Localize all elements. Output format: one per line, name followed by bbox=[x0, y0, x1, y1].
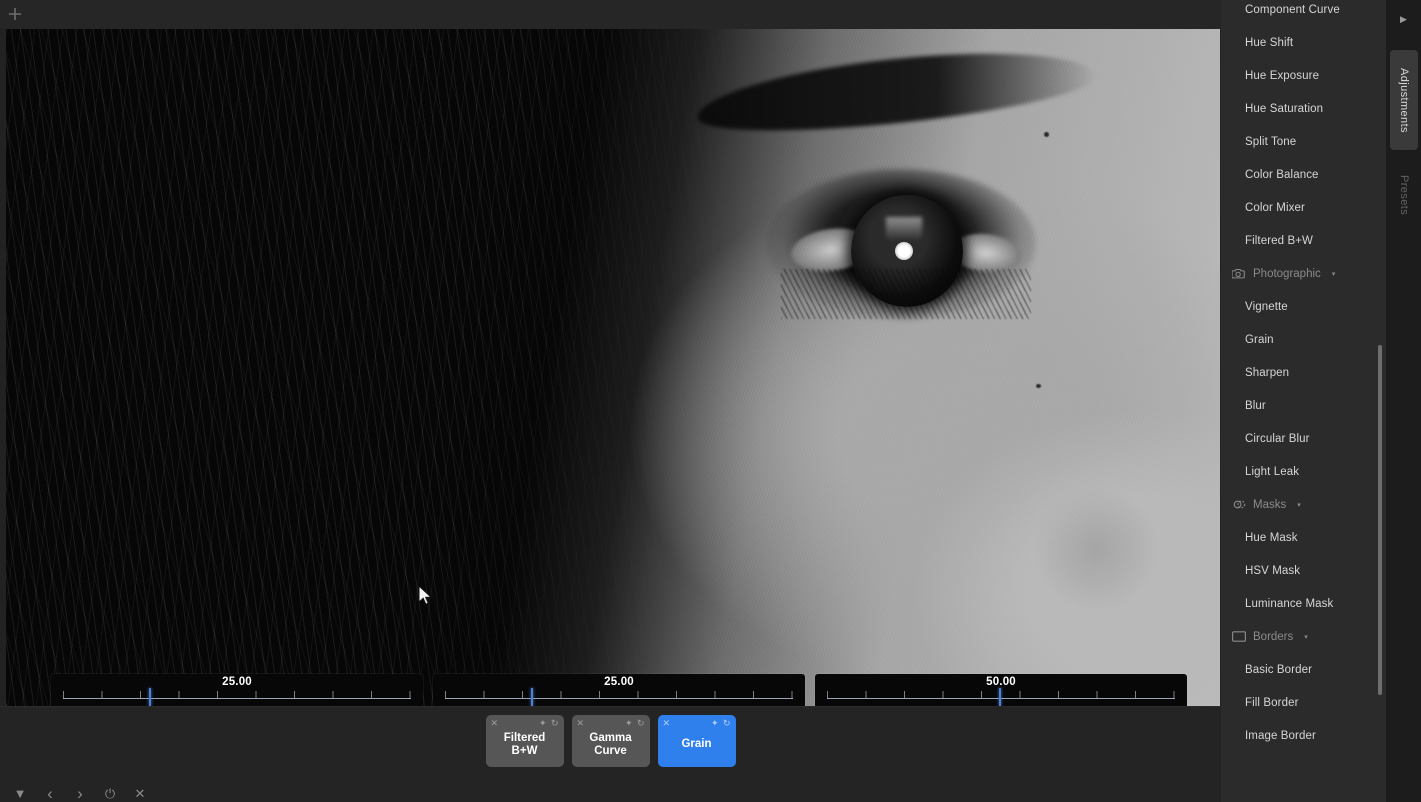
slider-uniformity-ticks bbox=[827, 691, 1175, 698]
slider-uniformity[interactable]: 50.00 bbox=[815, 674, 1187, 706]
layer-stack-panel: ✕ ✦ ↻ Filtered B+W ✕ ✦ ↻ Gamma Curve ✕ ✦… bbox=[0, 706, 1221, 802]
layer-chip-label: Gamma Curve bbox=[589, 725, 631, 758]
slider-scale-track bbox=[445, 698, 793, 699]
tab-presets[interactable]: Presets bbox=[1390, 156, 1418, 234]
slider-uniformity-handle[interactable] bbox=[999, 688, 1001, 706]
sidebar-item-split-tone[interactable]: Split Tone bbox=[1221, 125, 1386, 158]
mask-icon[interactable]: ✦ bbox=[539, 718, 547, 728]
sidebar-item-blur[interactable]: Blur bbox=[1221, 389, 1386, 422]
sidebar-item-fill-border[interactable]: Fill Border bbox=[1221, 686, 1386, 719]
sidebar-item-vignette[interactable]: Vignette bbox=[1221, 290, 1386, 323]
mask-icon bbox=[1232, 498, 1246, 512]
canvas-top-strip bbox=[0, 0, 1221, 29]
caret-down-icon[interactable]: ▼ bbox=[12, 785, 28, 801]
slider-amount-ticks bbox=[63, 691, 411, 698]
adjustments-list: Component CurveHue ShiftHue ExposureHue … bbox=[1221, 0, 1386, 752]
sidebar-item-light-leak[interactable]: Light Leak bbox=[1221, 455, 1386, 488]
layer-chip-rail: ✕ ✦ ↻ Filtered B+W ✕ ✦ ↻ Gamma Curve ✕ ✦… bbox=[0, 707, 1221, 775]
chevron-down-icon[interactable]: ▾ bbox=[1304, 633, 1308, 641]
slider-scale[interactable]: 25.00 bbox=[433, 674, 805, 706]
layer-chip-grain[interactable]: ✕ ✦ ↻ Grain bbox=[658, 715, 736, 767]
close-icon[interactable]: ✕ bbox=[491, 718, 499, 728]
border-icon bbox=[1232, 630, 1246, 644]
close-icon[interactable]: ✕ bbox=[577, 718, 585, 728]
layer-chip-filtered-bw[interactable]: ✕ ✦ ↻ Filtered B+W bbox=[486, 715, 564, 767]
tab-adjustments[interactable]: Adjustments bbox=[1390, 50, 1418, 150]
mask-icon[interactable]: ✦ bbox=[711, 718, 719, 728]
slider-amount[interactable]: 25.00 bbox=[51, 674, 423, 706]
sidebar-item-hue-exposure[interactable]: Hue Exposure bbox=[1221, 59, 1386, 92]
close-icon[interactable]: ✕ bbox=[132, 785, 148, 801]
slider-scale-handle[interactable] bbox=[531, 688, 533, 706]
slider-scale-ticks bbox=[445, 691, 793, 698]
group-header-label: Masks bbox=[1253, 499, 1286, 511]
layer-chip-label: Filtered B+W bbox=[504, 725, 546, 758]
chevron-down-icon[interactable]: ▾ bbox=[1332, 270, 1336, 278]
sidebar-item-luminance-mask[interactable]: Luminance Mask bbox=[1221, 587, 1386, 620]
layer-chip-gamma-curve[interactable]: ✕ ✦ ↻ Gamma Curve bbox=[572, 715, 650, 767]
sidebar-item-hue-mask[interactable]: Hue Mask bbox=[1221, 521, 1386, 554]
group-header-label: Photographic bbox=[1253, 268, 1321, 280]
group-header-borders[interactable]: Borders ▾ bbox=[1221, 620, 1386, 653]
tab-adjustments-label: Adjustments bbox=[1398, 68, 1410, 133]
sidebar-item-grain[interactable]: Grain bbox=[1221, 323, 1386, 356]
sidebar-item-circular-blur[interactable]: Circular Blur bbox=[1221, 422, 1386, 455]
mask-icon[interactable]: ✦ bbox=[625, 718, 633, 728]
sidebar-item-basic-border[interactable]: Basic Border bbox=[1221, 653, 1386, 686]
sidebar-item-color-balance[interactable]: Color Balance bbox=[1221, 158, 1386, 191]
reset-icon[interactable]: ↻ bbox=[723, 718, 731, 728]
sidebar-scrollbar[interactable] bbox=[1378, 345, 1382, 695]
group-header-photographic[interactable]: Photographic ▾ bbox=[1221, 257, 1386, 290]
editor-area: 25.00 25.00 50.00 Amount Scale Uniformit… bbox=[0, 0, 1221, 802]
expand-right-icon[interactable]: ▶ bbox=[1386, 8, 1421, 30]
layer-chip-label: Grain bbox=[681, 731, 711, 751]
slider-scale-value: 25.00 bbox=[433, 676, 805, 688]
plus-icon[interactable] bbox=[7, 6, 24, 23]
close-icon[interactable]: ✕ bbox=[663, 718, 671, 728]
sidebar-item-sharpen[interactable]: Sharpen bbox=[1221, 356, 1386, 389]
reset-icon[interactable]: ⏻ bbox=[102, 785, 118, 801]
sidebar-item-hue-saturation[interactable]: Hue Saturation bbox=[1221, 92, 1386, 125]
tab-presets-label: Presets bbox=[1398, 175, 1410, 215]
sidebar-item-component-curve[interactable]: Component Curve bbox=[1221, 0, 1386, 26]
slider-amount-handle[interactable] bbox=[149, 688, 151, 706]
reset-icon[interactable]: ↻ bbox=[637, 718, 645, 728]
slider-amount-track bbox=[63, 698, 411, 699]
photo-grain-overlay bbox=[6, 29, 1220, 706]
next-icon[interactable]: › bbox=[72, 785, 88, 801]
sidebar-item-hsv-mask[interactable]: HSV Mask bbox=[1221, 554, 1386, 587]
sidebar-item-filtered-b-w[interactable]: Filtered B+W bbox=[1221, 224, 1386, 257]
slider-amount-value: 25.00 bbox=[51, 676, 423, 688]
slider-uniformity-value: 50.00 bbox=[815, 676, 1187, 688]
slider-uniformity-track bbox=[827, 698, 1175, 699]
previous-icon[interactable]: ‹ bbox=[42, 785, 58, 801]
adjustments-sidebar: Component CurveHue ShiftHue ExposureHue … bbox=[1221, 0, 1386, 802]
chevron-down-icon[interactable]: ▾ bbox=[1297, 501, 1301, 509]
reset-icon[interactable]: ↻ bbox=[551, 718, 559, 728]
sidebar-item-image-border[interactable]: Image Border bbox=[1221, 719, 1386, 752]
sidebar-item-color-mixer[interactable]: Color Mixer bbox=[1221, 191, 1386, 224]
panel-tab-rail: ▶ Adjustments Presets bbox=[1386, 0, 1421, 802]
group-header-masks[interactable]: Masks ▾ bbox=[1221, 488, 1386, 521]
bottom-toolbar: ▼ ‹ › ⏻ ✕ bbox=[0, 777, 1221, 802]
group-header-label: Borders bbox=[1253, 631, 1293, 643]
camera-icon bbox=[1232, 267, 1246, 281]
sidebar-item-hue-shift[interactable]: Hue Shift bbox=[1221, 26, 1386, 59]
application-window: 25.00 25.00 50.00 Amount Scale Uniformit… bbox=[0, 0, 1421, 802]
image-canvas[interactable]: 25.00 25.00 50.00 Amount Scale Uniformit… bbox=[6, 29, 1220, 706]
